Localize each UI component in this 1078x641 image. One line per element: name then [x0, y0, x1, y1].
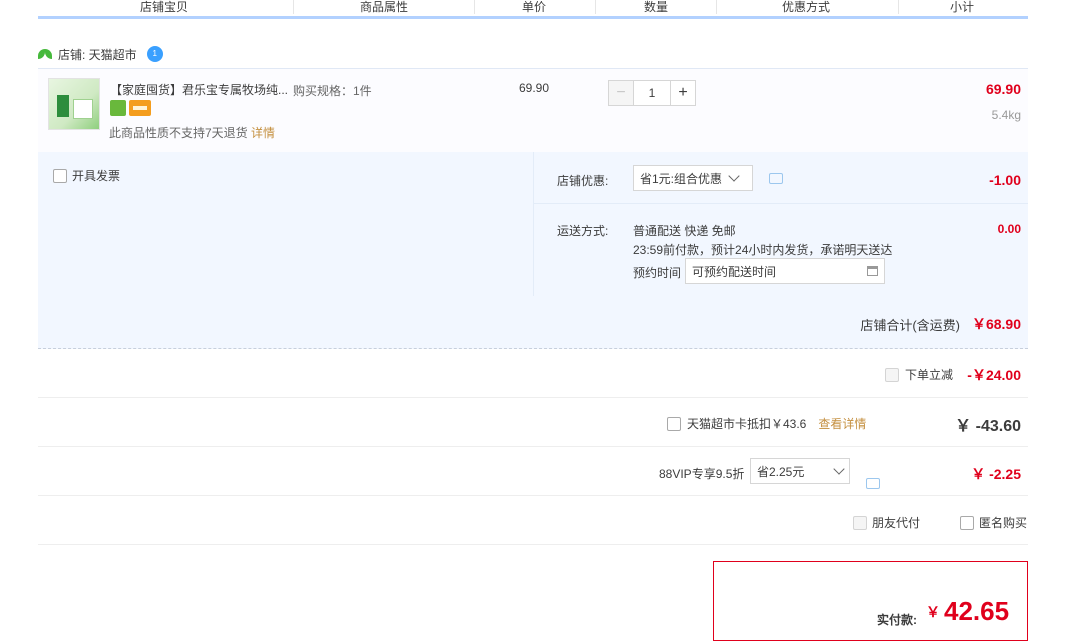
product-thumbnail[interactable]: [48, 78, 100, 130]
item-subtotal: 69.90: [985, 81, 1021, 97]
header-divider: [716, 0, 717, 14]
shop-line: 店铺: 天猫超市 1: [38, 44, 163, 64]
vip-selected: 省2.25元: [757, 464, 805, 479]
vip-row: [38, 447, 1028, 496]
chevron-down-icon: [728, 170, 740, 182]
col-header-item: 店铺宝贝: [140, 0, 189, 14]
shop-total-amount: ￥68.90: [971, 316, 1021, 332]
card-icon: [129, 100, 151, 116]
vip-select[interactable]: 省2.25元: [750, 458, 850, 484]
header-divider: [595, 0, 596, 14]
product-title[interactable]: 【家庭囤货】君乐宝专属牧场纯...: [110, 81, 290, 98]
schedule-placeholder: 可预约配送时间: [692, 264, 777, 279]
friend-pay-checkbox[interactable]: [853, 515, 867, 530]
options-divider: [533, 203, 1028, 204]
instant-off-label: 下单立减: [905, 368, 954, 382]
discount-label: 店铺优惠:: [557, 174, 609, 188]
card-row: [38, 398, 1028, 447]
instant-off-row: [38, 349, 1028, 398]
schedule-time-input[interactable]: 可预约配送时间: [685, 258, 885, 284]
shop-total-label: 店铺合计(含运费): [860, 318, 960, 333]
col-header-discount: 优惠方式: [782, 0, 831, 14]
shipping-promise: 23:59前付款，预计24小时内发货，承诺明天送达: [633, 243, 893, 257]
service-icon: [110, 100, 126, 116]
col-header-price: 单价: [522, 0, 547, 14]
return-notice: 此商品性质不支持7天退货 详情: [109, 124, 275, 141]
col-header-qty: 数量: [644, 0, 669, 14]
col-header-subtotal: 小计: [950, 0, 975, 14]
vip-label: 88VIP专享9.5折: [659, 467, 745, 481]
header-divider: [898, 0, 899, 14]
discount-select[interactable]: 省1元:组合优惠: [633, 165, 753, 191]
shipping-amount: 0.00: [997, 222, 1021, 236]
unit-price: 69.90: [519, 81, 550, 95]
shipping-method: 普通配送 快递 免邮: [633, 224, 736, 238]
header-divider: [293, 0, 294, 14]
detail-link[interactable]: 详情: [251, 126, 275, 140]
col-header-attr: 商品属性: [360, 0, 409, 14]
calendar-icon[interactable]: [867, 266, 878, 276]
invoice-checkbox[interactable]: [53, 168, 67, 183]
anonymous-label: 匿名购买: [979, 516, 1028, 530]
quantity-stepper: − 1 +: [608, 80, 696, 106]
card-checkbox[interactable]: [667, 416, 681, 431]
card-option[interactable]: 天猫超市卡抵扣￥43.6 查看详情: [667, 415, 866, 432]
shipping-label: 运送方式:: [557, 224, 609, 238]
anonymous-option[interactable]: 匿名购买: [960, 514, 1027, 531]
chat-bubble-icon[interactable]: 1: [146, 46, 163, 62]
quantity-input[interactable]: 1: [634, 80, 670, 106]
chevron-down-icon: [833, 463, 845, 475]
increase-button[interactable]: +: [670, 80, 696, 106]
item-weight: 5.4kg: [991, 108, 1021, 122]
order-table-header: 店铺宝贝 商品属性 单价 数量 优惠方式 小计: [38, 0, 1028, 19]
schedule-label: 预约时间: [633, 266, 682, 280]
friend-pay-label: 朋友代付: [872, 516, 921, 530]
return-notice-text: 此商品性质不支持7天退货: [109, 126, 248, 140]
friend-pay-option[interactable]: 朋友代付: [853, 514, 920, 531]
pay-label: 实付款:: [877, 613, 917, 627]
invoice-option[interactable]: 开具发票: [53, 167, 120, 184]
instant-off-checkbox: [885, 367, 899, 382]
header-divider: [474, 0, 475, 14]
anonymous-checkbox[interactable]: [960, 515, 974, 530]
invoice-label: 开具发票: [72, 169, 121, 183]
pay-amount: 42.65: [944, 596, 1010, 626]
discount-amount: -1.00: [989, 172, 1021, 188]
discount-selected: 省1元:组合优惠: [640, 171, 723, 186]
instant-off-option: 下单立减: [885, 366, 953, 383]
vip-amount: ￥ -2.25: [971, 466, 1021, 482]
message-icon[interactable]: [769, 173, 783, 184]
pay-currency: ￥: [926, 604, 940, 620]
message-icon[interactable]: [866, 478, 880, 489]
decrease-button[interactable]: −: [608, 80, 634, 106]
card-amount: ￥ -43.60: [955, 418, 1021, 435]
shop-name[interactable]: 店铺: 天猫超市: [58, 46, 137, 63]
instant-off-amount: -￥24.00: [967, 367, 1021, 383]
tmall-leaf-icon: [38, 49, 52, 59]
product-spec: 购买规格：1件: [293, 84, 372, 98]
card-detail-link[interactable]: 查看详情: [818, 415, 866, 432]
card-label: 天猫超市卡抵扣￥43.6: [687, 417, 807, 431]
